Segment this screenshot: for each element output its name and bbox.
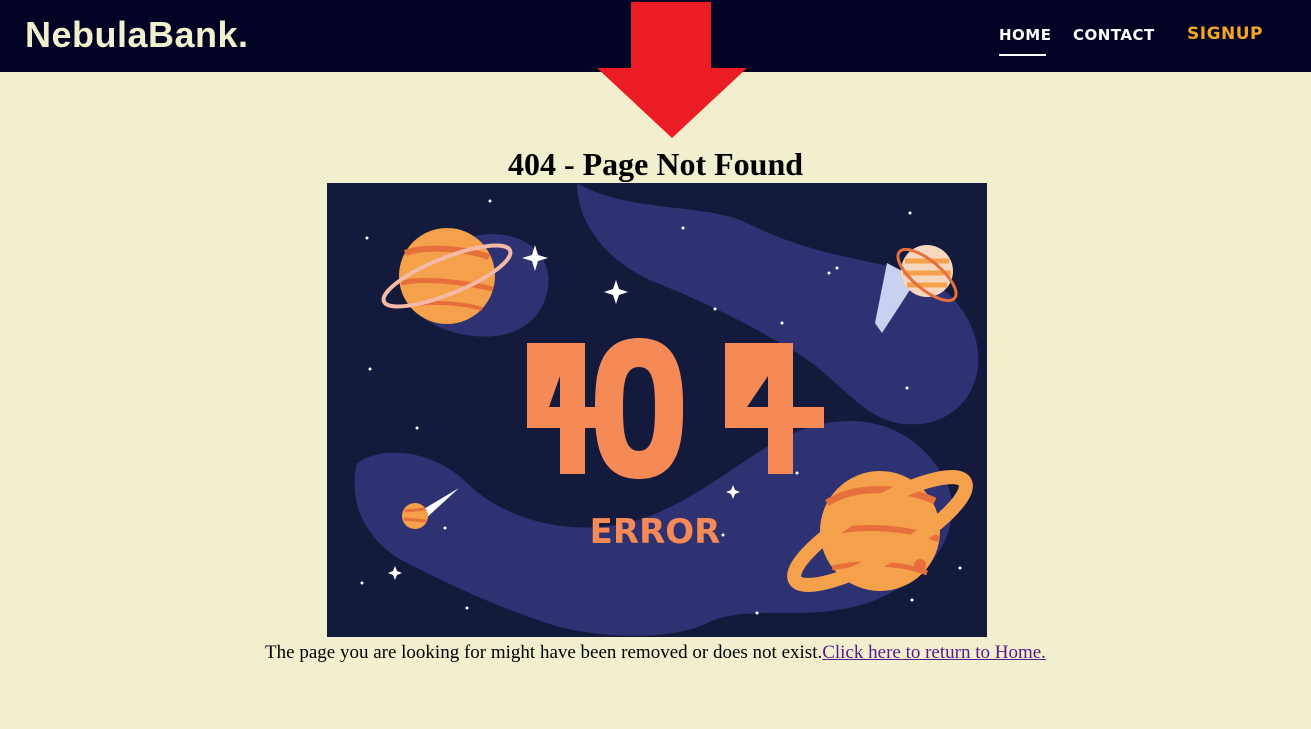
- not-found-message-line: The page you are looking for might have …: [0, 642, 1311, 664]
- return-home-link[interactable]: Click here to return to Home.: [822, 642, 1046, 663]
- nav-signup-link[interactable]: SIGNUP: [1187, 25, 1263, 43]
- nav-home-link[interactable]: HOME: [999, 26, 1051, 44]
- page-title: 404 - Page Not Found: [507, 146, 804, 182]
- brand-logo[interactable]: NebulaBank.: [25, 14, 249, 56]
- error-404-illustration: ERROR: [327, 183, 987, 637]
- error-word: ERROR: [590, 512, 721, 552]
- not-found-message: The page you are looking for might have …: [265, 642, 823, 663]
- active-nav-underline: [999, 54, 1046, 56]
- nav-contact-link[interactable]: CONTACT: [1073, 26, 1155, 44]
- red-arrow-down-icon: [597, 2, 747, 138]
